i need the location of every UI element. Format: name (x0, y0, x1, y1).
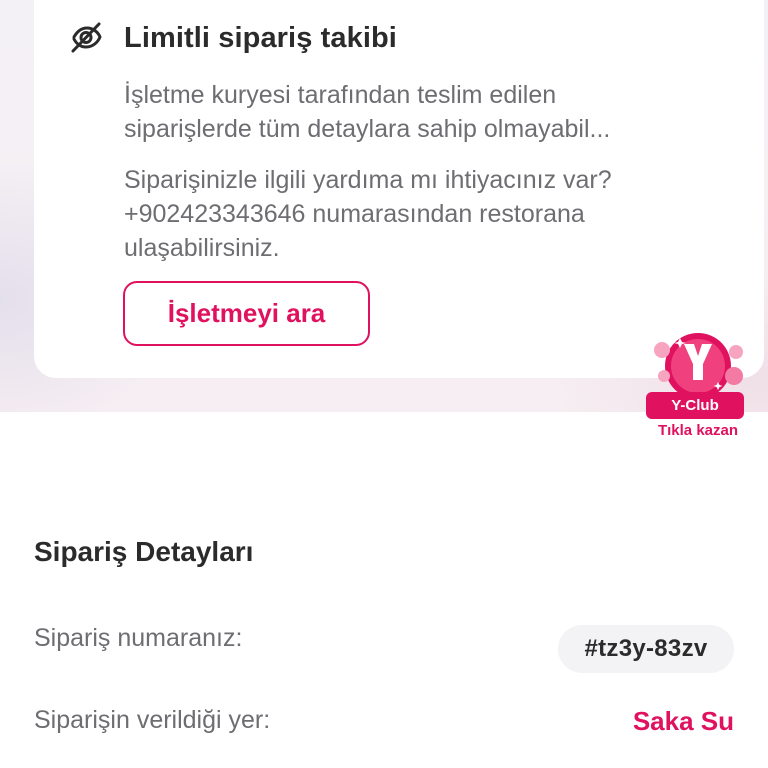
order-place-link[interactable]: Saka Su (633, 706, 734, 737)
yclub-cta: Tıkla kazan (657, 422, 739, 439)
limited-tracking-title: Limitli sipariş takibi (124, 21, 397, 54)
limited-tracking-description: İşletme kuryesi tarafından teslim edilen… (124, 81, 611, 143)
call-business-button[interactable]: İşletmeyi ara (123, 281, 370, 346)
limited-tracking-title-row: Limitli sipariş takibi (68, 20, 397, 56)
order-tracking-screen: Limitli sipariş takibi İşletme kuryesi t… (0, 0, 768, 768)
eye-off-icon (68, 20, 104, 56)
order-number-label: Sipariş numaranız: (34, 624, 243, 652)
help-text: Siparişinizle ilgili yardıma mı ihtiyacı… (124, 166, 612, 262)
order-details-title: Sipariş Detayları (34, 536, 254, 567)
order-place-label: Siparişin verildiği yer: (34, 706, 271, 734)
yclub-badge[interactable]: Y-Club Tıkla kazan (640, 330, 756, 446)
yclub-logo-icon (654, 333, 743, 399)
order-number-chip[interactable]: #tz3y-83zv (558, 625, 734, 673)
yclub-label: Y-Club (646, 392, 744, 419)
